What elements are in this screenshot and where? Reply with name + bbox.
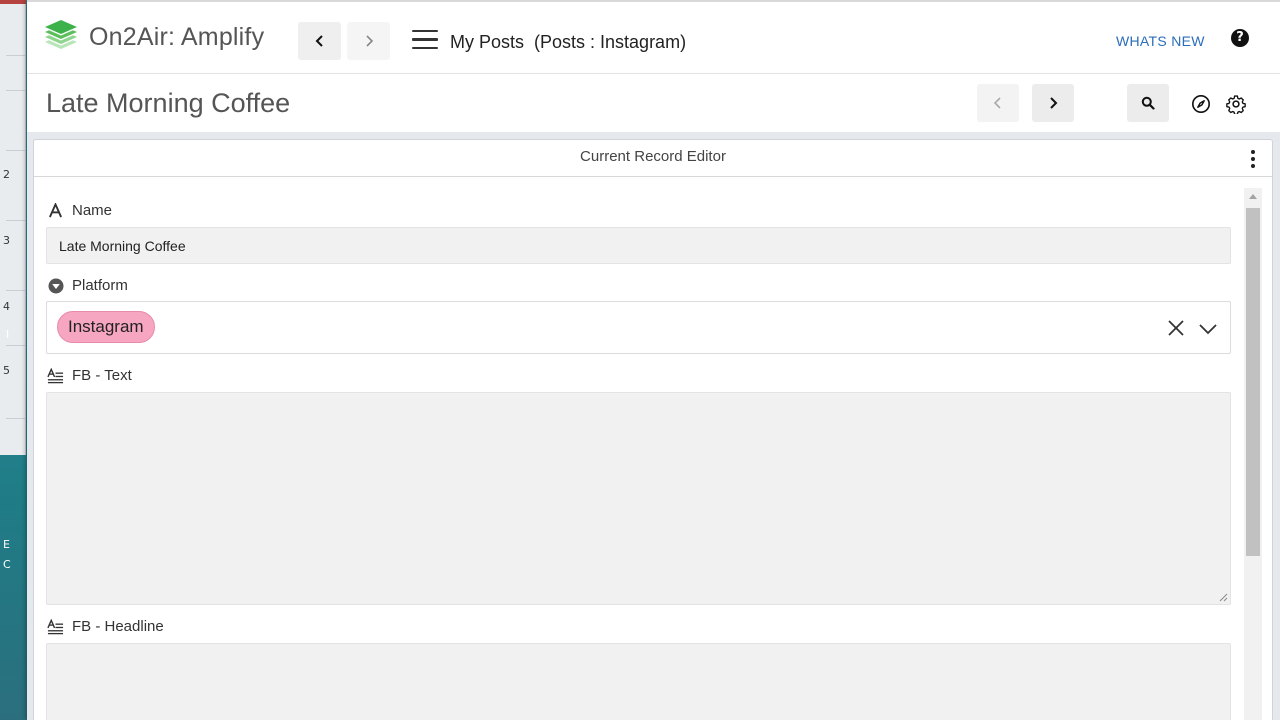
background-divider bbox=[6, 418, 26, 419]
top-bar: On2Air: Amplify My Posts (Posts : Instagr… bbox=[27, 10, 1280, 74]
field-label-text: FB - Text bbox=[72, 367, 132, 384]
background-text: 5 bbox=[3, 364, 10, 377]
long-text-icon bbox=[47, 618, 64, 635]
search-icon bbox=[1141, 96, 1155, 110]
field-label-text: Platform bbox=[72, 277, 128, 294]
compass-icon bbox=[1192, 95, 1210, 113]
history-forward-button[interactable] bbox=[347, 22, 390, 60]
field-label-text: Name bbox=[72, 202, 113, 219]
background-text: 4 bbox=[3, 300, 10, 313]
background-text: E bbox=[3, 538, 10, 551]
long-text-icon bbox=[47, 367, 64, 384]
fb-headline-field-label: FB - Headline bbox=[47, 618, 164, 635]
help-icon[interactable]: ? bbox=[1231, 29, 1249, 47]
name-field-label: Name bbox=[47, 202, 112, 219]
editor-header: Current Record Editor bbox=[34, 140, 1272, 177]
menu-hamburger-icon[interactable] bbox=[412, 30, 438, 52]
fb-text-textarea[interactable] bbox=[46, 392, 1231, 605]
chevron-right-icon bbox=[365, 35, 373, 47]
record-title-row: Late Morning Coffee bbox=[27, 74, 1280, 132]
text-type-icon bbox=[47, 202, 64, 219]
history-back-button[interactable] bbox=[298, 22, 341, 60]
background-text: 3 bbox=[3, 234, 10, 247]
scrollbar-thumb[interactable] bbox=[1246, 208, 1260, 556]
background-desktop: 2 3 4 5 E C I bbox=[0, 0, 30, 720]
background-window-accent bbox=[0, 0, 26, 4]
page-title: Late Morning Coffee bbox=[46, 88, 291, 118]
whats-new-link[interactable]: WHATS NEW bbox=[1116, 33, 1205, 49]
app-brand-name: On2Air: Amplify bbox=[89, 23, 265, 51]
clear-icon[interactable] bbox=[1166, 318, 1186, 338]
editor-scrollbar[interactable] bbox=[1244, 188, 1262, 720]
background-window: 2 3 4 5 bbox=[0, 0, 26, 455]
background-divider bbox=[6, 220, 26, 221]
background-divider bbox=[6, 345, 26, 346]
more-options-icon[interactable] bbox=[1250, 150, 1256, 170]
resize-handle-icon[interactable] bbox=[1219, 593, 1228, 602]
chevron-right-icon bbox=[1050, 97, 1058, 109]
settings-button[interactable] bbox=[1225, 93, 1247, 115]
compass-button[interactable] bbox=[1190, 93, 1212, 115]
platform-field-label: Platform bbox=[47, 277, 128, 294]
platform-tag[interactable]: Instagram bbox=[57, 311, 155, 343]
chevron-down-icon[interactable] bbox=[1198, 319, 1218, 339]
search-button[interactable] bbox=[1127, 84, 1169, 122]
on2air-logo-icon bbox=[45, 20, 77, 49]
record-editor-panel: Current Record Editor Name Late Morning … bbox=[33, 139, 1273, 720]
app-window: On2Air: Amplify My Posts (Posts : Instagr… bbox=[27, 0, 1280, 720]
chevron-left-icon bbox=[993, 97, 1001, 109]
background-text: C bbox=[3, 558, 11, 571]
menu-title: My Posts bbox=[450, 32, 525, 52]
dropdown-circle-icon bbox=[47, 277, 64, 294]
background-divider bbox=[6, 90, 26, 91]
field-label-text: FB - Headline bbox=[72, 618, 164, 635]
name-input[interactable]: Late Morning Coffee bbox=[46, 227, 1231, 264]
fb-headline-textarea[interactable] bbox=[46, 643, 1231, 720]
menu-subtitle: (Posts : Instagram) bbox=[534, 32, 687, 52]
fb-text-field-label: FB - Text bbox=[47, 367, 132, 384]
background-text: I bbox=[6, 328, 10, 341]
background-text: 2 bbox=[3, 168, 10, 181]
editor-title: Current Record Editor bbox=[580, 148, 726, 165]
background-divider bbox=[6, 150, 26, 151]
chevron-left-icon bbox=[315, 35, 323, 47]
background-divider bbox=[6, 290, 26, 291]
editor-form: Name Late Morning Coffee Platform Instag… bbox=[34, 178, 1244, 720]
scroll-up-icon[interactable] bbox=[1249, 194, 1257, 199]
background-divider bbox=[6, 55, 26, 56]
platform-select[interactable]: Instagram bbox=[46, 301, 1231, 354]
gear-icon bbox=[1226, 95, 1246, 114]
previous-record-button[interactable] bbox=[977, 84, 1019, 122]
menu-breadcrumb[interactable]: My Posts (Posts : Instagram) bbox=[450, 32, 686, 53]
next-record-button[interactable] bbox=[1032, 84, 1074, 122]
